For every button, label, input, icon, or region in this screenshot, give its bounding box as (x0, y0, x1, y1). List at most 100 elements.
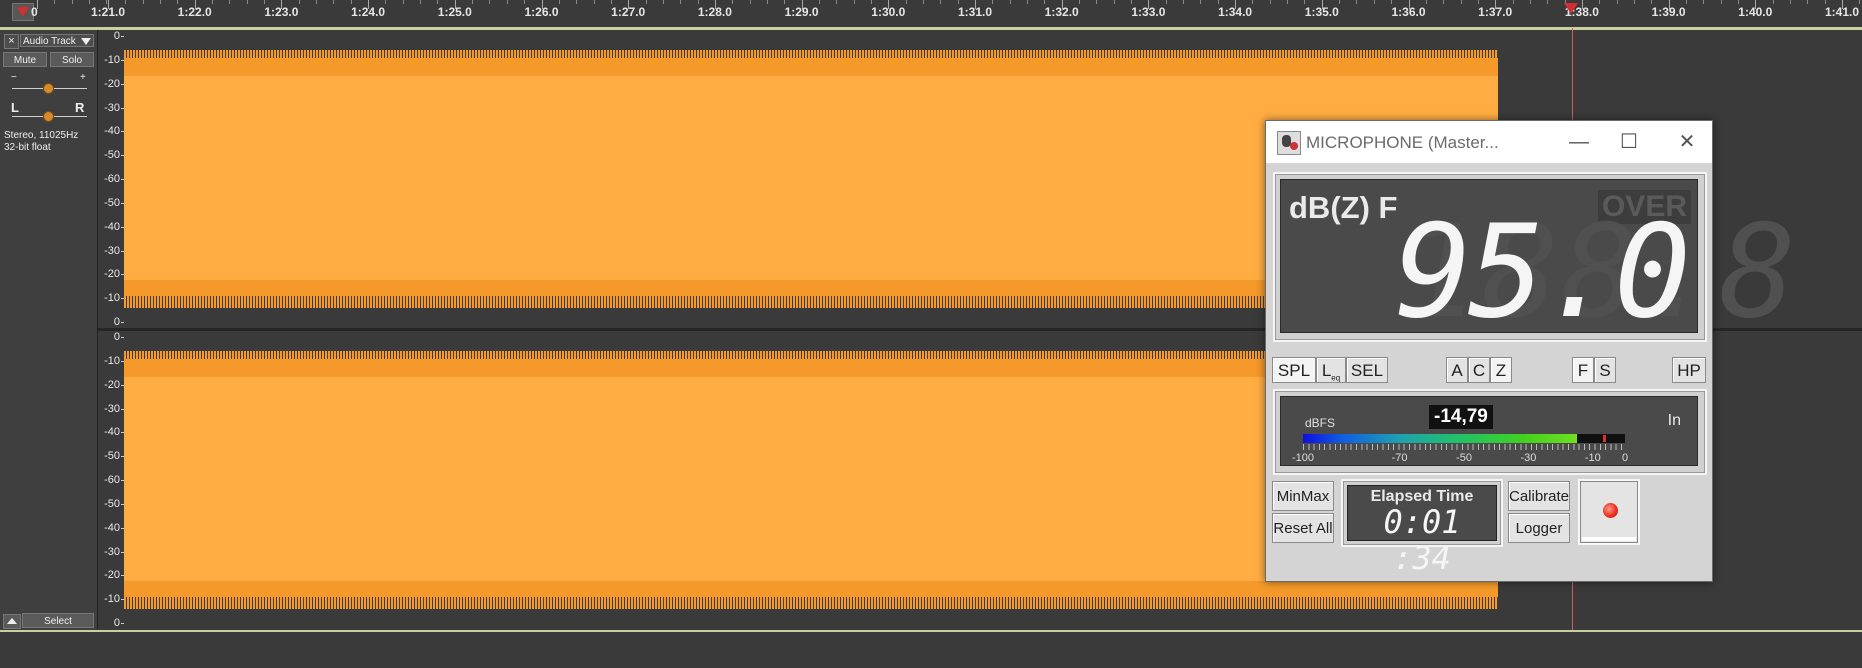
ruler-minor-tick (350, 0, 352, 4)
collapse-track-button[interactable] (3, 614, 21, 629)
ruler-minor-tick (870, 0, 872, 4)
spl-mode-button[interactable]: SPL (1272, 357, 1316, 383)
ruler-tick-label: 1:27.0 (611, 5, 646, 19)
ruler-minor-tick (905, 0, 907, 4)
ruler-minor-tick (922, 0, 924, 4)
calibrate-button[interactable]: Calibrate (1508, 481, 1570, 511)
empty-track-area[interactable] (0, 630, 1862, 668)
ruler-minor-tick (1859, 0, 1861, 4)
ruler-tick-label: 1:35.0 (1304, 5, 1339, 19)
input-level-panel: dBFS -14,79 In -100 -70 -50 -30 -10 0 (1273, 389, 1707, 475)
select-track-button[interactable]: Select (22, 613, 94, 628)
maximize-button[interactable]: ☐ (1606, 127, 1652, 157)
ruler-minor-tick (246, 0, 248, 4)
ruler-minor-tick (524, 0, 526, 4)
ruler-minor-tick (177, 0, 179, 4)
ruler-minor-tick (1200, 0, 1202, 4)
track-format-bitdepth: 32-bit float (4, 142, 51, 153)
window-titlebar[interactable]: MICROPHONE (Master... — ☐ ✕ (1266, 121, 1712, 163)
vertical-scale-label: 0 (113, 316, 120, 328)
elapsed-time-screen: Elapsed Time 0:01 :34 (1347, 485, 1497, 576)
logger-button[interactable]: Logger (1508, 513, 1570, 543)
meter-body: dB(Z) F OVER 188.8 95.0 SPL Leq SEL A C … (1266, 163, 1796, 581)
fast-response-button[interactable]: F (1572, 357, 1594, 383)
a-weighting-button[interactable]: A (1446, 357, 1468, 383)
pan-left-label: L (11, 100, 19, 115)
ruler-tick-label: 1:22.0 (177, 5, 212, 19)
ruler-minor-tick (1599, 0, 1601, 4)
ruler-tick-label: 0 (31, 5, 38, 19)
ruler-minor-tick (1269, 0, 1271, 4)
vertical-scale-label: -30 (104, 244, 120, 257)
ruler-minor-tick (558, 0, 560, 4)
solo-button[interactable]: Solo (50, 52, 94, 67)
gain-slider-knob[interactable] (43, 83, 54, 94)
ruler-minor-tick (732, 0, 734, 4)
ruler-minor-tick (1807, 0, 1809, 4)
vertical-scale-label: -10 (104, 53, 120, 66)
minimize-button[interactable]: — (1556, 127, 1602, 157)
level-scale-label: -30 (1520, 452, 1537, 464)
ruler-minor-tick (662, 0, 664, 4)
vertical-scale-label: -30 (104, 101, 120, 114)
track-format-channels: Stereo, 11025Hz (4, 130, 79, 141)
cursor-marker-icon[interactable] (1564, 3, 1578, 14)
ruler-minor-tick (1616, 0, 1618, 4)
level-meter-ticks (1303, 444, 1625, 450)
mute-button[interactable]: Mute (3, 52, 47, 67)
minmax-button[interactable]: MinMax (1272, 481, 1334, 511)
vertical-scale-label: -20 (104, 569, 120, 582)
close-track-button[interactable]: × (4, 34, 19, 49)
vertical-scale-label: -10 (104, 593, 120, 606)
spl-display-screen: dB(Z) F OVER 188.8 95.0 (1280, 179, 1796, 347)
ruler-minor-tick (836, 0, 838, 4)
window-title: MICROPHONE (Master... (1306, 133, 1499, 152)
pan-slider-knob[interactable] (43, 111, 54, 122)
ruler-minor-tick (957, 0, 959, 4)
ruler-tick-label: 1:25.0 (437, 5, 472, 19)
z-weighting-button[interactable]: Z (1490, 357, 1512, 383)
ruler-minor-tick (89, 0, 91, 4)
record-led-icon (1603, 503, 1618, 518)
ruler-minor-tick (1477, 0, 1479, 4)
ruler-minor-tick (1044, 0, 1046, 4)
vertical-scale-label: -50 (104, 149, 120, 162)
track-format-info: Stereo, 11025Hz 32-bit float (4, 130, 78, 154)
ruler-minor-tick (506, 0, 508, 4)
vertical-scale-label: 0 (113, 30, 120, 42)
reset-all-button[interactable]: Reset All (1272, 513, 1334, 543)
ruler-tick-label: 1:40.0 (1738, 5, 1773, 19)
ruler-minor-tick (749, 0, 751, 4)
ruler-minor-tick (1703, 0, 1705, 4)
dbfs-value: -14,79 (1429, 405, 1493, 429)
slow-response-button[interactable]: S (1594, 357, 1616, 383)
microphone-meter-window: MICROPHONE (Master... — ☐ ✕ dB(Z) F OVER… (1265, 120, 1796, 582)
ruler-minor-tick (784, 0, 786, 4)
ruler-minor-tick (1373, 0, 1375, 4)
record-button[interactable] (1578, 479, 1640, 545)
elapsed-time-value: 0:01 :34 (1383, 503, 1461, 577)
app-icon (1277, 131, 1301, 155)
vertical-scale-label: -50 (104, 196, 120, 209)
ruler-tick-label: 1:29.0 (784, 5, 819, 19)
sel-mode-button[interactable]: SEL (1346, 357, 1388, 383)
ruler-tick-label: 1:34.0 (1218, 5, 1253, 19)
ruler-tick-label: 1:36.0 (1391, 5, 1426, 19)
ruler-minor-tick (54, 0, 56, 4)
c-weighting-button[interactable]: C (1468, 357, 1490, 383)
vertical-scale-label: 0 (113, 331, 120, 343)
close-window-button[interactable]: ✕ (1664, 127, 1710, 157)
ruler-tick-label: 1:28.0 (697, 5, 732, 19)
track-name-menu[interactable]: Audio Track (20, 34, 94, 47)
gain-minus-label: − (11, 72, 17, 83)
leq-mode-button[interactable]: Leq (1316, 357, 1346, 383)
high-pass-button[interactable]: HP (1672, 357, 1706, 383)
record-button-base (1582, 537, 1636, 541)
dbfs-label: dBFS (1305, 416, 1336, 430)
ruler-minor-tick (1165, 0, 1167, 4)
weighting-unit-label: dB(Z) F (1289, 190, 1398, 225)
gain-plus-label: + (80, 72, 86, 83)
ruler-minor-tick (420, 0, 422, 4)
timeline-ruler[interactable]: 0 1:21.0 1:22.0 1:23.0 1:24.0 1:25.0 1:26.0 1:2… (0, 0, 1862, 29)
ruler-tick-label: 1:26.0 (524, 5, 559, 19)
